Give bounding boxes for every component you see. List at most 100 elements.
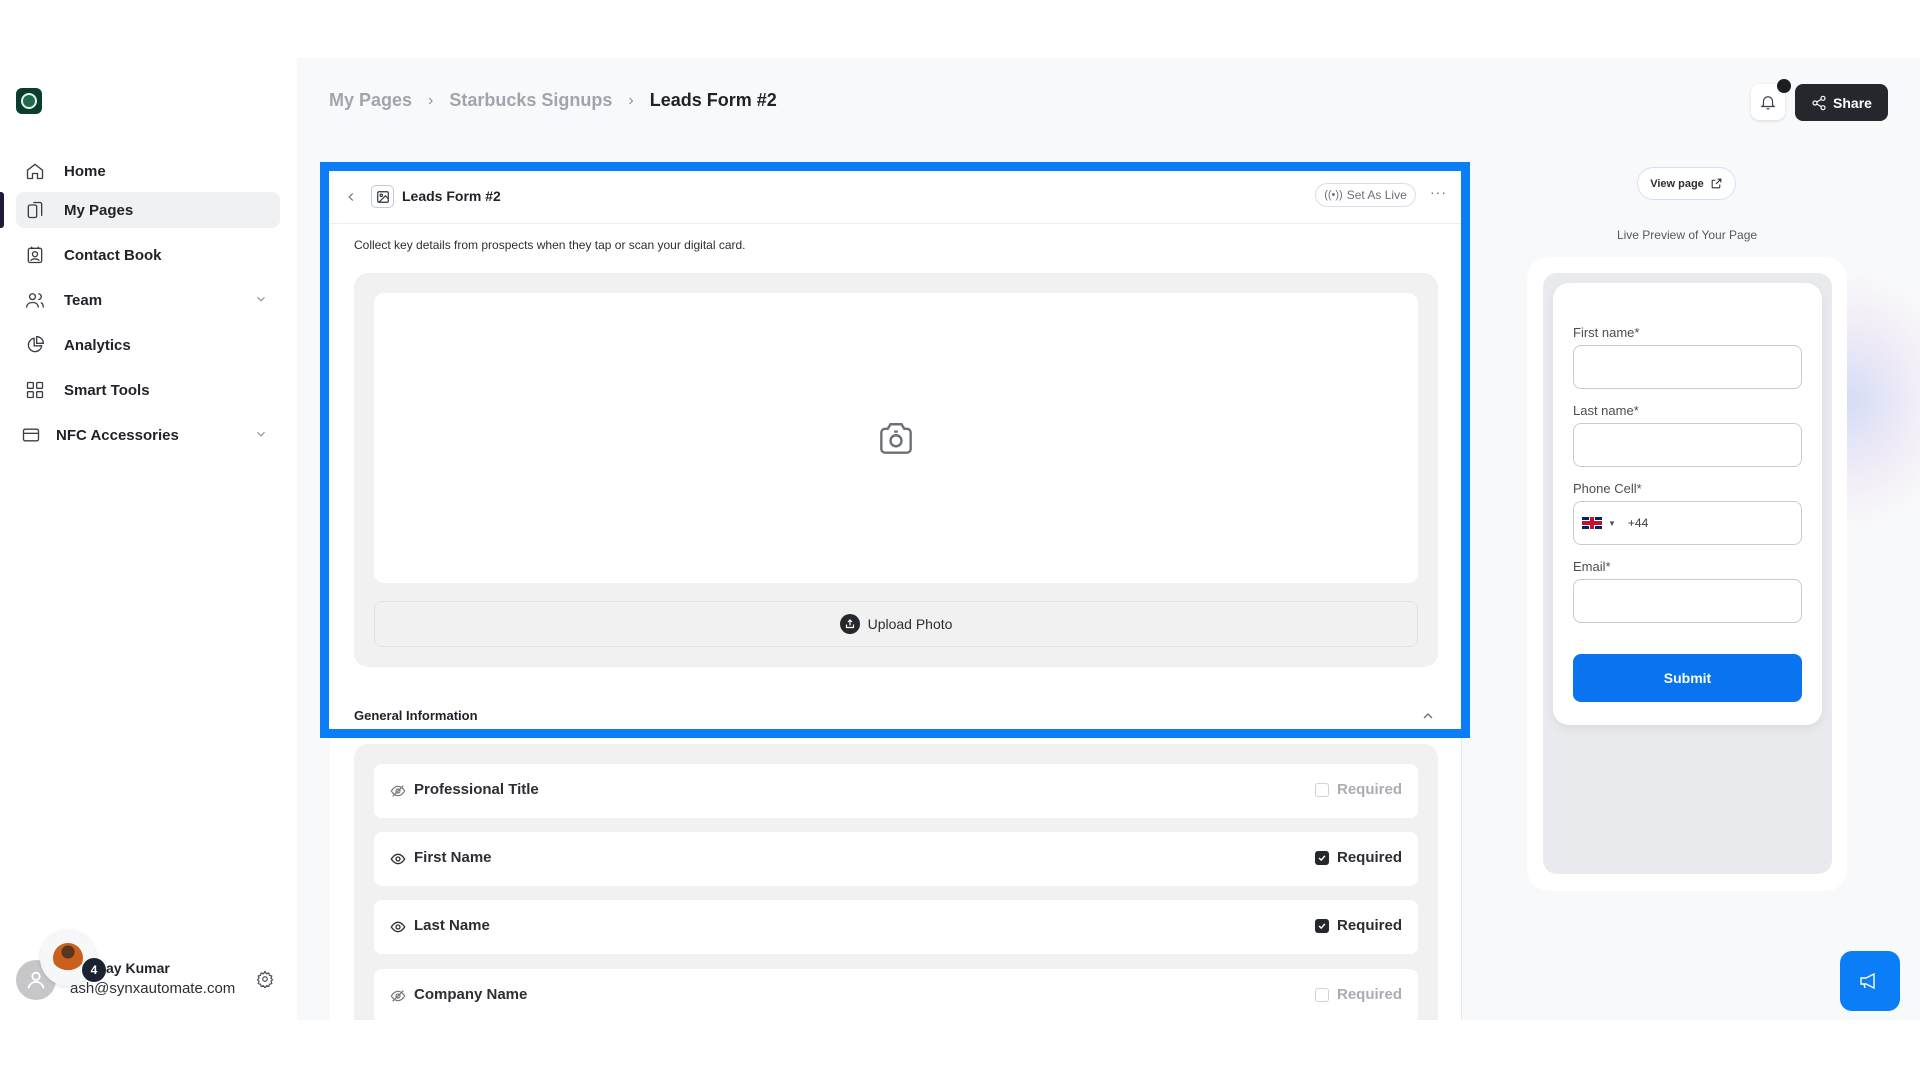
sidebar-item-label: My Pages: [64, 201, 134, 219]
required-toggle[interactable]: Required: [1314, 917, 1402, 934]
notification-count-badge: 4: [82, 958, 106, 982]
upload-icon: [839, 614, 860, 634]
form-title: Leads Form #2: [402, 188, 501, 204]
required-label: Required: [1336, 917, 1402, 934]
gear-icon[interactable]: [256, 970, 274, 988]
fields-list: Professional Title Required First Name R…: [354, 744, 1438, 1023]
sidebar-item-my-pages[interactable]: My Pages: [16, 192, 280, 228]
last-name-field[interactable]: [1573, 423, 1802, 467]
share-button[interactable]: Share: [1795, 84, 1888, 121]
pages-icon: [24, 199, 46, 221]
eye-off-icon[interactable]: [390, 783, 406, 799]
field-name: Last Name: [414, 917, 490, 934]
breadcrumb-starbucks-signups[interactable]: Starbucks Signups: [449, 90, 612, 111]
notification-dot: [1777, 79, 1791, 93]
sidebar-item-team[interactable]: Team: [16, 282, 280, 318]
sidebar-item-contact-book[interactable]: Contact Book: [16, 237, 280, 273]
photo-section: Upload Photo: [354, 273, 1438, 667]
user-email: ash@synxautomate.com: [70, 980, 236, 997]
required-toggle[interactable]: Required: [1314, 849, 1402, 866]
grid-icon: [24, 379, 46, 401]
sidebar-item-label: Home: [64, 162, 106, 180]
checkbox-unchecked[interactable]: [1314, 987, 1329, 1002]
upload-photo-button[interactable]: Upload Photo: [374, 601, 1418, 647]
form-description: Collect key details from prospects when …: [354, 238, 746, 252]
breadcrumb: My Pages › Starbucks Signups › Leads For…: [329, 90, 777, 111]
user-profile[interactable]: 4 ay Kumar ash@synxautomate.com: [14, 930, 284, 1010]
sidebar-item-analytics[interactable]: Analytics: [16, 327, 280, 363]
section-title: General Information: [354, 708, 478, 723]
live-preview: First name* Last name* Phone Cell* ▼ +44…: [1527, 257, 1847, 891]
preview-screen: First name* Last name* Phone Cell* ▼ +44…: [1543, 273, 1832, 874]
required-label: Required: [1336, 986, 1402, 1003]
checkbox-checked[interactable]: [1314, 850, 1329, 865]
sidebar-item-nfc-accessories[interactable]: NFC Accessories: [16, 417, 280, 453]
field-name: Company Name: [414, 986, 528, 1003]
sidebar-item-label: Analytics: [64, 336, 131, 354]
share-icon: [1811, 95, 1827, 111]
announcements-button[interactable]: [1840, 951, 1900, 1011]
editor-header: Leads Form #2 ((•)) Set As Live ···: [330, 172, 1461, 224]
field-row-last-name[interactable]: Last Name Required: [374, 900, 1418, 954]
chevron-right-icon: ›: [428, 91, 434, 109]
last-name-label: Last name*: [1573, 403, 1639, 418]
field-name: First Name: [414, 849, 492, 866]
required-toggle[interactable]: Required: [1314, 986, 1402, 1003]
submit-button[interactable]: Submit: [1573, 654, 1802, 702]
megaphone-icon: [1858, 969, 1882, 993]
user-name: ay Kumar: [106, 960, 170, 976]
sidebar-item-label: Team: [64, 291, 103, 309]
upload-label: Upload Photo: [867, 616, 953, 632]
external-link-icon: [1710, 177, 1723, 190]
email-field[interactable]: [1573, 579, 1802, 623]
brand-logo[interactable]: [16, 88, 42, 114]
chevron-up-icon[interactable]: [1420, 708, 1436, 724]
preview-caption: Live Preview of Your Page: [1616, 228, 1758, 242]
image-icon: [371, 185, 394, 208]
set-as-live-button[interactable]: ((•)) Set As Live: [1315, 183, 1416, 207]
eye-icon[interactable]: [390, 851, 406, 867]
breadcrumb-my-pages[interactable]: My Pages: [329, 90, 412, 111]
view-page-label: View page: [1650, 177, 1704, 190]
field-row-professional-title[interactable]: Professional Title Required: [374, 764, 1418, 818]
eye-icon[interactable]: [390, 919, 406, 935]
home-icon: [24, 160, 46, 182]
share-label: Share: [1833, 94, 1872, 111]
pie-chart-icon: [24, 334, 46, 356]
checkbox-checked[interactable]: [1314, 918, 1329, 933]
field-name: Professional Title: [414, 781, 539, 798]
back-chevron-icon[interactable]: [344, 190, 358, 204]
more-options-button[interactable]: ···: [1430, 184, 1447, 200]
sidebar-item-label: NFC Accessories: [56, 426, 179, 444]
uk-flag-icon[interactable]: [1582, 517, 1602, 529]
view-page-button[interactable]: View page: [1637, 167, 1736, 200]
photo-dropzone[interactable]: [374, 293, 1418, 583]
eye-off-icon[interactable]: [390, 988, 406, 1004]
field-row-company-name[interactable]: Company Name Required: [374, 969, 1418, 1023]
required-toggle[interactable]: Required: [1314, 781, 1402, 798]
set-live-label: Set As Live: [1346, 188, 1407, 202]
broadcast-icon: ((•)): [1324, 189, 1343, 201]
phone-field[interactable]: ▼ +44: [1573, 501, 1802, 545]
phone-label: Phone Cell*: [1573, 481, 1642, 496]
active-indicator: [0, 192, 4, 228]
required-label: Required: [1336, 781, 1402, 798]
sidebar-item-home[interactable]: Home: [16, 153, 280, 189]
first-name-field[interactable]: [1573, 345, 1802, 389]
chevron-right-icon: ›: [628, 91, 634, 109]
camera-icon: [874, 416, 918, 460]
sidebar-item-smart-tools[interactable]: Smart Tools: [16, 372, 280, 408]
checkbox-unchecked[interactable]: [1314, 782, 1329, 797]
required-label: Required: [1336, 849, 1402, 866]
team-icon: [24, 289, 46, 311]
sidebar-item-label: Contact Book: [64, 246, 162, 264]
chevron-down-icon[interactable]: [254, 427, 270, 443]
card-icon: [20, 424, 42, 446]
chevron-down-icon[interactable]: [254, 292, 270, 308]
field-row-first-name[interactable]: First Name Required: [374, 832, 1418, 886]
sidebar: Home My Pages Contact Book Team Analytic…: [0, 58, 297, 1020]
editor-panel: Leads Form #2 ((•)) Set As Live ··· Coll…: [330, 172, 1462, 1023]
bell-icon: [1759, 93, 1777, 111]
sidebar-item-label: Smart Tools: [64, 381, 150, 399]
caret-down-icon[interactable]: ▼: [1608, 519, 1616, 528]
